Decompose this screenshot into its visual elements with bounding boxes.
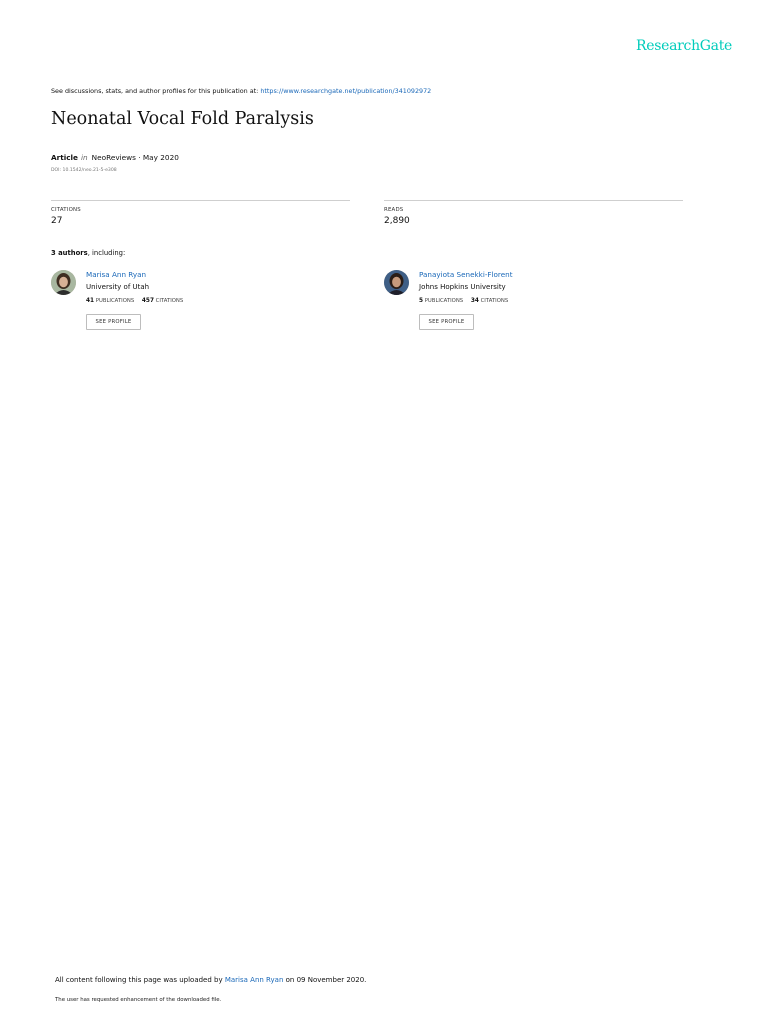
- citations-count: 34: [470, 298, 479, 304]
- source-line-prefix: See discussions, stats, and author profi…: [51, 87, 261, 95]
- reads-label: READS: [384, 207, 404, 213]
- authors-count: 3 authors: [51, 249, 88, 257]
- avatar[interactable]: [51, 270, 76, 295]
- authors-heading-suffix: , including:: [87, 249, 126, 257]
- in-label: in: [81, 153, 88, 162]
- publication-meta: Article in NeoReviews · May 2020: [51, 153, 179, 162]
- citations-label: CITATIONS: [480, 298, 509, 304]
- author-institution: University of Utah: [86, 283, 150, 291]
- authors-heading: 3 authors, including:: [51, 249, 125, 257]
- publications-count: 41: [86, 298, 95, 304]
- author-stats: 41 PUBLICATIONS 457 CITATIONS: [86, 298, 183, 304]
- uploader-link[interactable]: Marisa Ann Ryan: [225, 976, 284, 984]
- source-line: See discussions, stats, and author profi…: [51, 87, 431, 95]
- author-card: Panayiota Senekki-Florent Johns Hopkins …: [384, 270, 684, 334]
- publications-label: PUBLICATIONS: [424, 298, 464, 304]
- see-profile-button[interactable]: SEE PROFILE: [419, 314, 474, 330]
- author-name-link[interactable]: Panayiota Senekki-Florent: [419, 270, 513, 279]
- author-card: Marisa Ann Ryan University of Utah 41 PU…: [51, 270, 351, 334]
- publications-count: 5: [419, 298, 424, 304]
- upload-notice: All content following this page was uplo…: [55, 976, 366, 984]
- author-institution: Johns Hopkins University: [419, 283, 506, 291]
- upload-notice-suffix: on 09 November 2020.: [283, 976, 367, 984]
- publications-label: PUBLICATIONS: [95, 298, 135, 304]
- author-stats: 5 PUBLICATIONS 34 CITATIONS: [419, 298, 508, 304]
- enhancement-note: The user has requested enhancement of th…: [55, 997, 222, 1003]
- avatar[interactable]: [384, 270, 409, 295]
- researchgate-logo[interactable]: ResearchGate: [636, 38, 732, 54]
- citations-value: 27: [51, 216, 63, 226]
- article-type: Article: [51, 153, 79, 162]
- citations-label: CITATIONS: [51, 207, 81, 213]
- page-title: Neonatal Vocal Fold Paralysis: [51, 109, 314, 129]
- reads-divider: [384, 200, 683, 201]
- author-name-link[interactable]: Marisa Ann Ryan: [86, 270, 146, 279]
- doi-text: DOI: 10.1542/neo.21-5-e308: [51, 168, 117, 173]
- journal-date: NeoReviews · May 2020: [91, 153, 179, 162]
- reads-value: 2,890: [384, 216, 410, 226]
- citations-count: 457: [141, 298, 154, 304]
- citations-label: CITATIONS: [155, 298, 184, 304]
- citations-divider: [51, 200, 350, 201]
- publication-url-link[interactable]: https://www.researchgate.net/publication…: [260, 87, 431, 95]
- see-profile-button[interactable]: SEE PROFILE: [86, 314, 141, 330]
- upload-notice-prefix: All content following this page was uplo…: [55, 976, 225, 984]
